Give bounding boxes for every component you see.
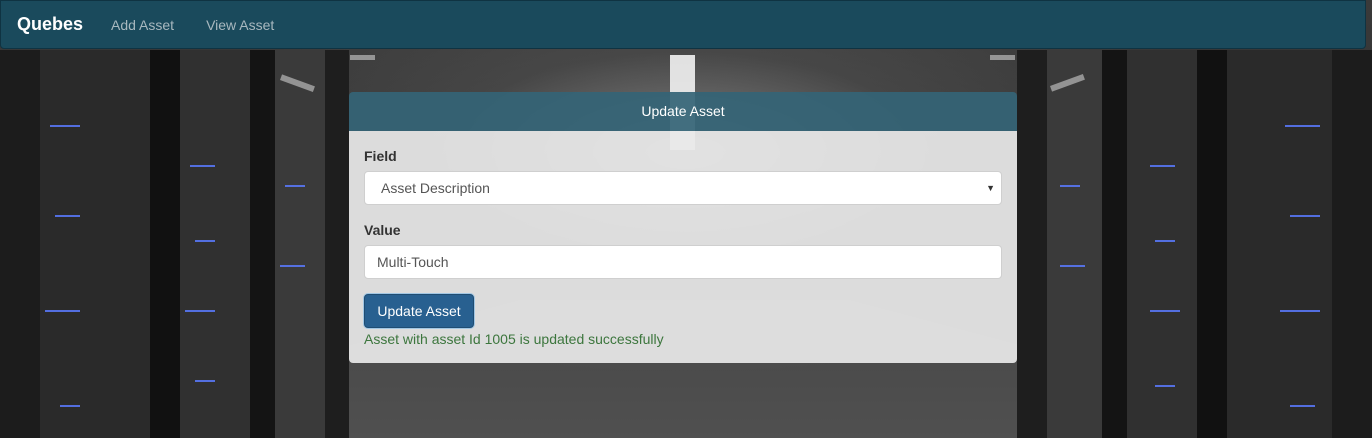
panel-title: Update Asset xyxy=(349,92,1017,131)
update-asset-button[interactable]: Update Asset xyxy=(364,294,474,328)
top-navbar: Quebes Add Asset View Asset xyxy=(0,0,1366,49)
value-label: Value xyxy=(364,222,401,238)
value-input[interactable]: Multi-Touch xyxy=(364,245,1002,279)
nav-link-view-asset[interactable]: View Asset xyxy=(206,17,274,33)
panel-body: Field Asset Description ▼ Value Multi-To… xyxy=(349,131,1017,363)
nav-link-add-asset[interactable]: Add Asset xyxy=(111,17,174,33)
success-message: Asset with asset Id 1005 is updated succ… xyxy=(364,331,664,347)
brand-logo-link[interactable]: Quebes xyxy=(17,14,83,35)
field-select-value: Asset Description xyxy=(381,180,490,196)
field-label: Field xyxy=(364,148,397,164)
chevron-down-icon: ▼ xyxy=(986,183,995,193)
field-select[interactable]: Asset Description ▼ xyxy=(364,171,1002,205)
update-asset-panel: Update Asset Field Asset Description ▼ V… xyxy=(349,92,1017,363)
